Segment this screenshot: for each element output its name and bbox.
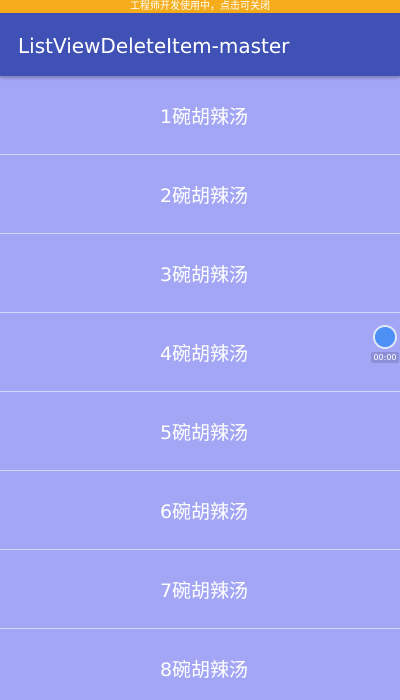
list-item-label: 5碗胡辣汤	[159, 421, 249, 444]
list-item[interactable]: 6碗胡辣汤	[0, 471, 400, 550]
list-item[interactable]: 4碗胡辣汤	[0, 313, 400, 392]
status-bar[interactable]: 工程师开发使用中，点击可关闭	[0, 0, 400, 13]
timer-label: 00:00	[371, 352, 399, 363]
list-item-label: 1碗胡辣汤	[159, 105, 249, 128]
app-title: ListViewDeleteItem-master	[18, 34, 290, 58]
list-item-label: 7碗胡辣汤	[159, 579, 249, 602]
list-item[interactable]: 2碗胡辣汤	[0, 155, 400, 234]
app-bar: ListViewDeleteItem-master	[0, 13, 400, 76]
developer-mode-notice[interactable]: 工程师开发使用中，点击可关闭	[130, 1, 270, 12]
list-item-label: 3碗胡辣汤	[159, 263, 249, 286]
list-item-label: 4碗胡辣汤	[159, 342, 249, 365]
list-item[interactable]: 1碗胡辣汤	[0, 76, 400, 155]
floating-timer-widget[interactable]: 00:00	[370, 323, 400, 367]
list-view[interactable]: 1碗胡辣汤 2碗胡辣汤 3碗胡辣汤 4碗胡辣汤 5碗胡辣汤 6碗胡辣汤 7碗胡辣…	[0, 76, 400, 700]
list-item[interactable]: 8碗胡辣汤	[0, 629, 400, 700]
list-item[interactable]: 7碗胡辣汤	[0, 550, 400, 629]
list-item[interactable]: 3碗胡辣汤	[0, 234, 400, 313]
list-item-label: 8碗胡辣汤	[159, 658, 249, 681]
record-button-icon[interactable]	[373, 325, 397, 349]
list-item-label: 2碗胡辣汤	[159, 184, 249, 207]
list-item[interactable]: 5碗胡辣汤	[0, 392, 400, 471]
list-item-label: 6碗胡辣汤	[159, 500, 249, 523]
